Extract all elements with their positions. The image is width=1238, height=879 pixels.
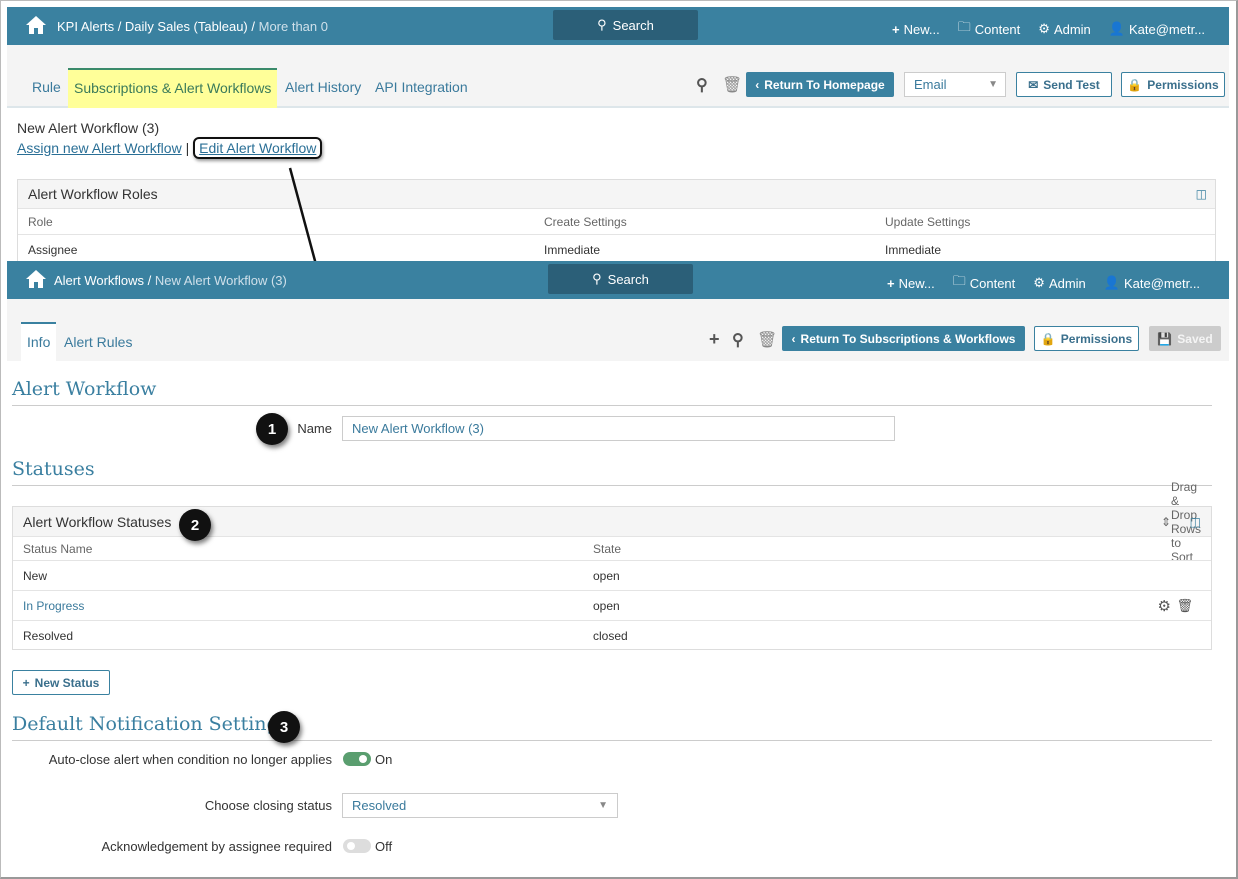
screenshot-frame (0, 0, 1238, 879)
